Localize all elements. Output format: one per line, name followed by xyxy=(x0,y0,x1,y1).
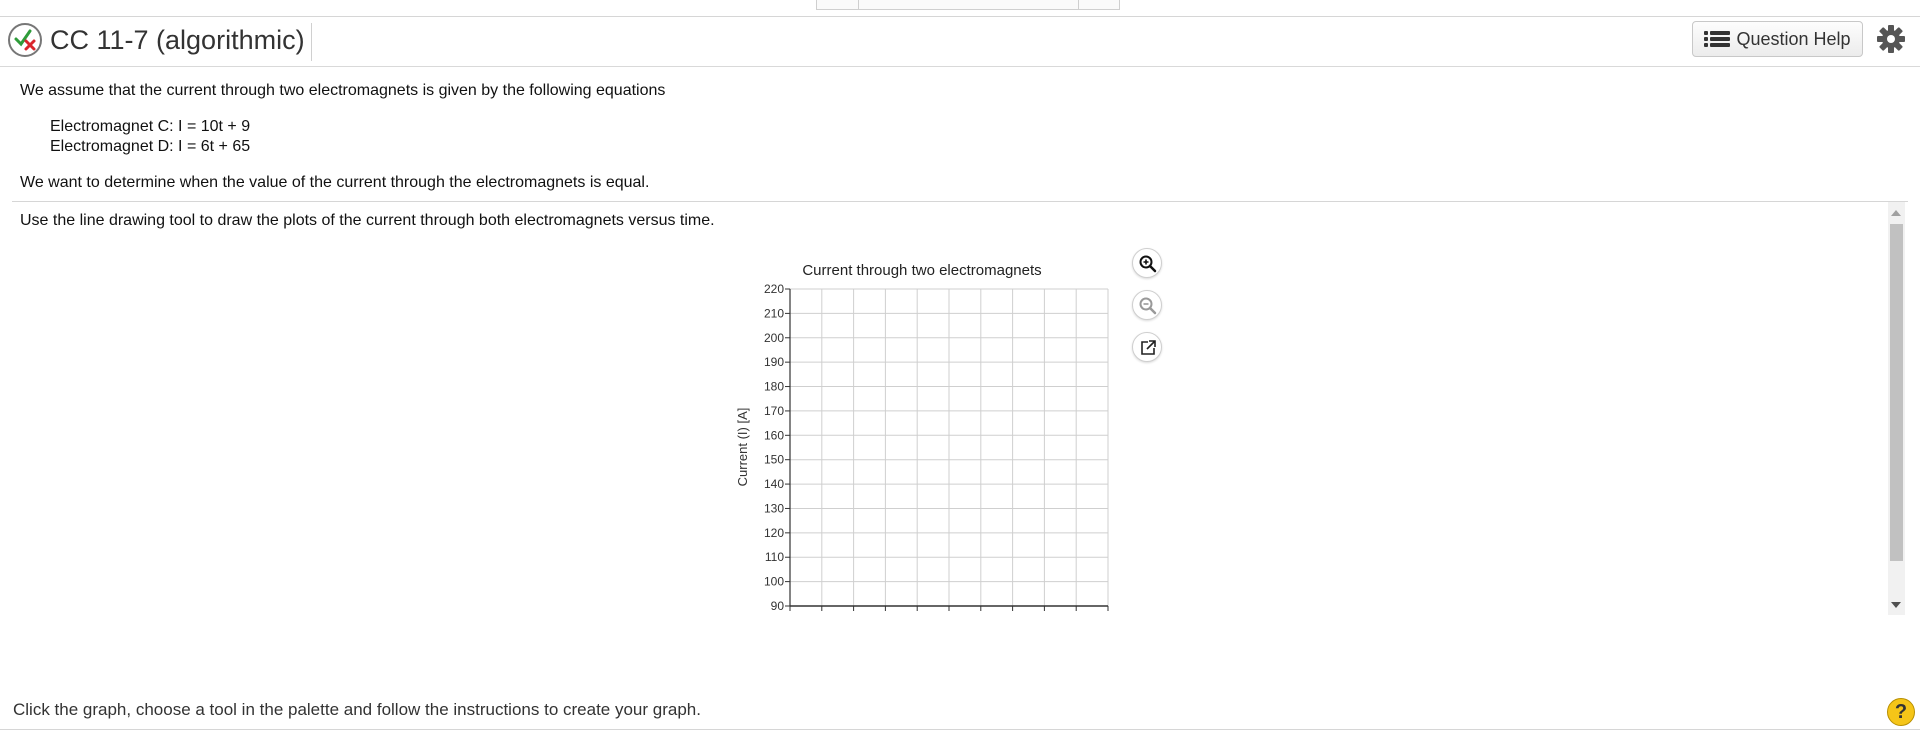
scroll-thumb[interactable] xyxy=(1890,224,1903,561)
y-tick-label: 90 xyxy=(771,599,785,613)
gear-icon[interactable] xyxy=(1876,24,1906,54)
y-tick-label: 210 xyxy=(764,306,784,320)
y-tick-label: 100 xyxy=(764,575,784,589)
scroll-up-arrow[interactable] xyxy=(1891,210,1901,216)
zoom-in-icon xyxy=(1139,255,1157,273)
nav-prev-stub[interactable] xyxy=(816,0,860,10)
help-icon[interactable]: ? xyxy=(1887,698,1915,726)
y-tick-label: 110 xyxy=(765,550,784,564)
equation-c: Electromagnet C: I = 10t + 9 xyxy=(50,118,251,135)
scroll-down-arrow[interactable] xyxy=(1891,602,1901,608)
graph-area[interactable]: Current through two electromagnets Curre… xyxy=(730,255,1130,615)
top-strip xyxy=(0,0,1920,17)
y-tick-label: 160 xyxy=(764,428,784,442)
external-link-icon xyxy=(1141,340,1156,355)
y-tick-label: 220 xyxy=(764,282,784,296)
y-tick-label: 130 xyxy=(764,501,784,515)
equation-d: Electromagnet D: I = 6t + 65 xyxy=(50,138,251,155)
popout-button[interactable] xyxy=(1132,332,1162,362)
y-tick-label: 170 xyxy=(764,404,784,418)
chart-title: Current through two electromagnets xyxy=(802,262,1041,279)
question-title: CC 11-7 (algorithmic) xyxy=(50,23,312,61)
y-tick-label: 140 xyxy=(764,477,784,491)
instruction-text: Use the line drawing tool to draw the pl… xyxy=(20,212,715,229)
nav-select-stub[interactable] xyxy=(858,0,1080,10)
footer-instruction: Click the graph, choose a tool in the pa… xyxy=(13,700,701,719)
nav-next-stub[interactable] xyxy=(1078,0,1120,10)
y-tick-label: 190 xyxy=(764,355,784,369)
question-help-button[interactable]: Question Help xyxy=(1692,21,1863,57)
question-help-label: Question Help xyxy=(1736,28,1851,49)
list-icon xyxy=(1704,31,1731,47)
scrollbar[interactable] xyxy=(1888,202,1905,615)
zoom-in-button[interactable] xyxy=(1132,248,1162,278)
section-divider xyxy=(12,201,1908,202)
y-tick-label: 200 xyxy=(764,331,784,345)
footer-bar: Click the graph, choose a tool in the pa… xyxy=(0,690,1920,730)
footer-divider xyxy=(0,729,1920,730)
partial-credit-icon xyxy=(8,23,42,57)
y-tick-label: 180 xyxy=(764,380,784,394)
y-tick-label: 150 xyxy=(764,453,784,467)
intro-text: We assume that the current through two e… xyxy=(20,82,666,99)
y-tick-label: 120 xyxy=(764,526,784,540)
zoom-out-icon xyxy=(1139,297,1157,315)
zoom-out-button[interactable] xyxy=(1132,290,1162,320)
goal-text: We want to determine when the value of t… xyxy=(20,174,650,191)
question-header: CC 11-7 (algorithmic) Question Help xyxy=(0,17,1920,67)
chart-y-axis-label: Current (I) [A] xyxy=(735,408,750,487)
